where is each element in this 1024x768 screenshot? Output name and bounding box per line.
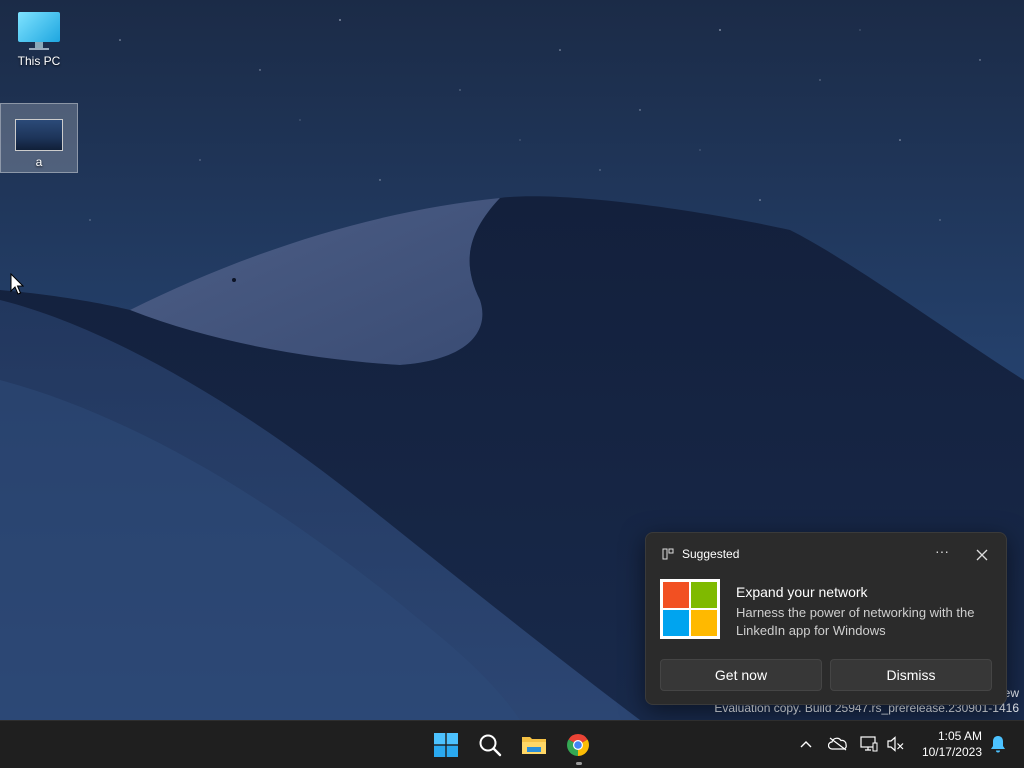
file-explorer-button[interactable] [514,725,554,765]
more-options-icon: ··· [935,543,949,559]
notification-center-button[interactable] [986,731,1010,757]
notification-body: Harness the power of networking with the… [736,605,975,638]
notification-header: Suggested [662,547,739,561]
volume-muted-icon [887,736,904,752]
more-options-button[interactable]: ··· [932,543,952,563]
taskbar: 1:05 AM 10/17/2023 [0,720,1024,768]
widgets-icon [662,548,674,560]
clock[interactable]: 1:05 AM 10/17/2023 [912,728,982,760]
image-thumbnail-icon [15,119,63,151]
clock-time: 1:05 AM [937,729,982,743]
running-indicator [576,762,582,765]
volume-button[interactable] [884,731,908,757]
close-notification-button[interactable] [972,545,992,565]
desktop-icon-label: a [35,155,43,169]
suggested-notification[interactable]: Suggested ··· Expand your network Harnes… [645,532,1007,705]
onedrive-icon [828,737,847,751]
notification-bell-icon [991,736,1005,753]
notification-source-label: Suggested [682,547,740,561]
search-button[interactable] [470,725,510,765]
close-icon [976,549,988,561]
windows-start-icon [434,733,458,757]
search-icon [479,734,502,757]
folder-icon [522,737,546,754]
chevron-up-icon [800,741,812,748]
chrome-icon [567,734,589,756]
notification-title: Expand your network [736,584,868,600]
desktop-icon-this-pc[interactable]: This PC [0,8,78,76]
dismiss-button[interactable]: Dismiss [830,659,992,691]
mouse-cursor-icon [10,273,24,295]
chrome-button[interactable] [558,725,598,765]
desktop-icon-a[interactable]: a [0,103,78,173]
monitor-icon [18,12,60,50]
network-icon [860,736,878,752]
desktop-icon-label: This PC [17,54,61,68]
microsoft-logo-icon [660,579,720,639]
network-button[interactable] [857,731,881,757]
get-now-button[interactable]: Get now [660,659,822,691]
show-hidden-icons-button[interactable] [794,731,818,757]
clock-date: 10/17/2023 [921,745,982,759]
onedrive-button[interactable] [826,731,850,757]
start-button[interactable] [426,725,466,765]
